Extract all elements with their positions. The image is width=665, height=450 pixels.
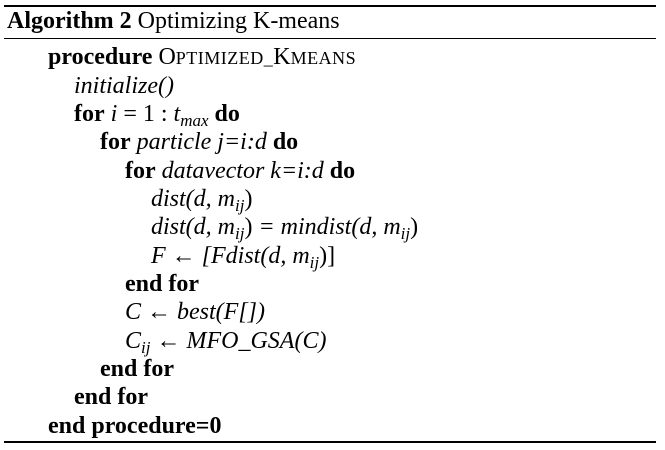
for-k-line: for datavector k=i:d do	[125, 157, 355, 185]
for-keyword: for	[100, 129, 131, 155]
end-for-j-line: end for	[100, 355, 174, 383]
end-procedure-line: end procedure=0	[48, 412, 221, 440]
end-for-i-line: end for	[74, 383, 148, 411]
for-j-line: for particle j=i:d do	[100, 128, 298, 156]
for-keyword: for	[125, 158, 156, 184]
algorithm-label: Algorithm 2	[7, 8, 132, 34]
f-assign-line: F ← [Fdist(d, mij)]	[151, 243, 336, 272]
loop-j-expression: particle j=i:d	[136, 129, 267, 155]
for-keyword: for	[74, 101, 105, 127]
bottom-rule	[4, 441, 656, 443]
loop-i-expression: i = 1 : tmax	[110, 101, 209, 130]
procedure-keyword: procedure	[48, 44, 153, 70]
for-i-line: for i = 1 : tmax do	[74, 100, 240, 130]
procedure-name: OPTIMIZED_KMEANS	[158, 44, 357, 70]
end-for-keyword: end for	[125, 271, 199, 297]
initialize-call: initialize()	[74, 73, 174, 99]
algorithm-title: Optimizing K-means	[137, 8, 340, 34]
dist-assign-line: dist(d, mij) = mindist(d, mij)	[151, 214, 419, 243]
initialize-line: initialize()	[74, 72, 174, 100]
do-keyword: do	[214, 101, 240, 127]
procedure-line: procedure OPTIMIZED_KMEANS	[48, 43, 356, 72]
dist-line: dist(d, mij)	[151, 186, 253, 215]
do-keyword: do	[272, 129, 299, 155]
end-procedure-keyword: end procedure=0	[48, 413, 222, 439]
algorithm-block: Algorithm 2 Optimizing K-means procedure…	[4, 5, 656, 443]
caption-rule	[4, 38, 656, 39]
end-for-k-line: end for	[125, 270, 199, 298]
end-for-keyword: end for	[74, 384, 148, 410]
c-assign-line: C ← best(F[])	[125, 299, 265, 325]
cij-assign-line: Cij ← MFO_GSA(C)	[125, 328, 327, 357]
do-keyword: do	[329, 158, 356, 184]
loop-k-expression: datavector k=i:d	[161, 158, 324, 184]
end-for-keyword: end for	[100, 356, 174, 382]
algorithm-caption: Algorithm 2 Optimizing K-means	[7, 7, 340, 35]
